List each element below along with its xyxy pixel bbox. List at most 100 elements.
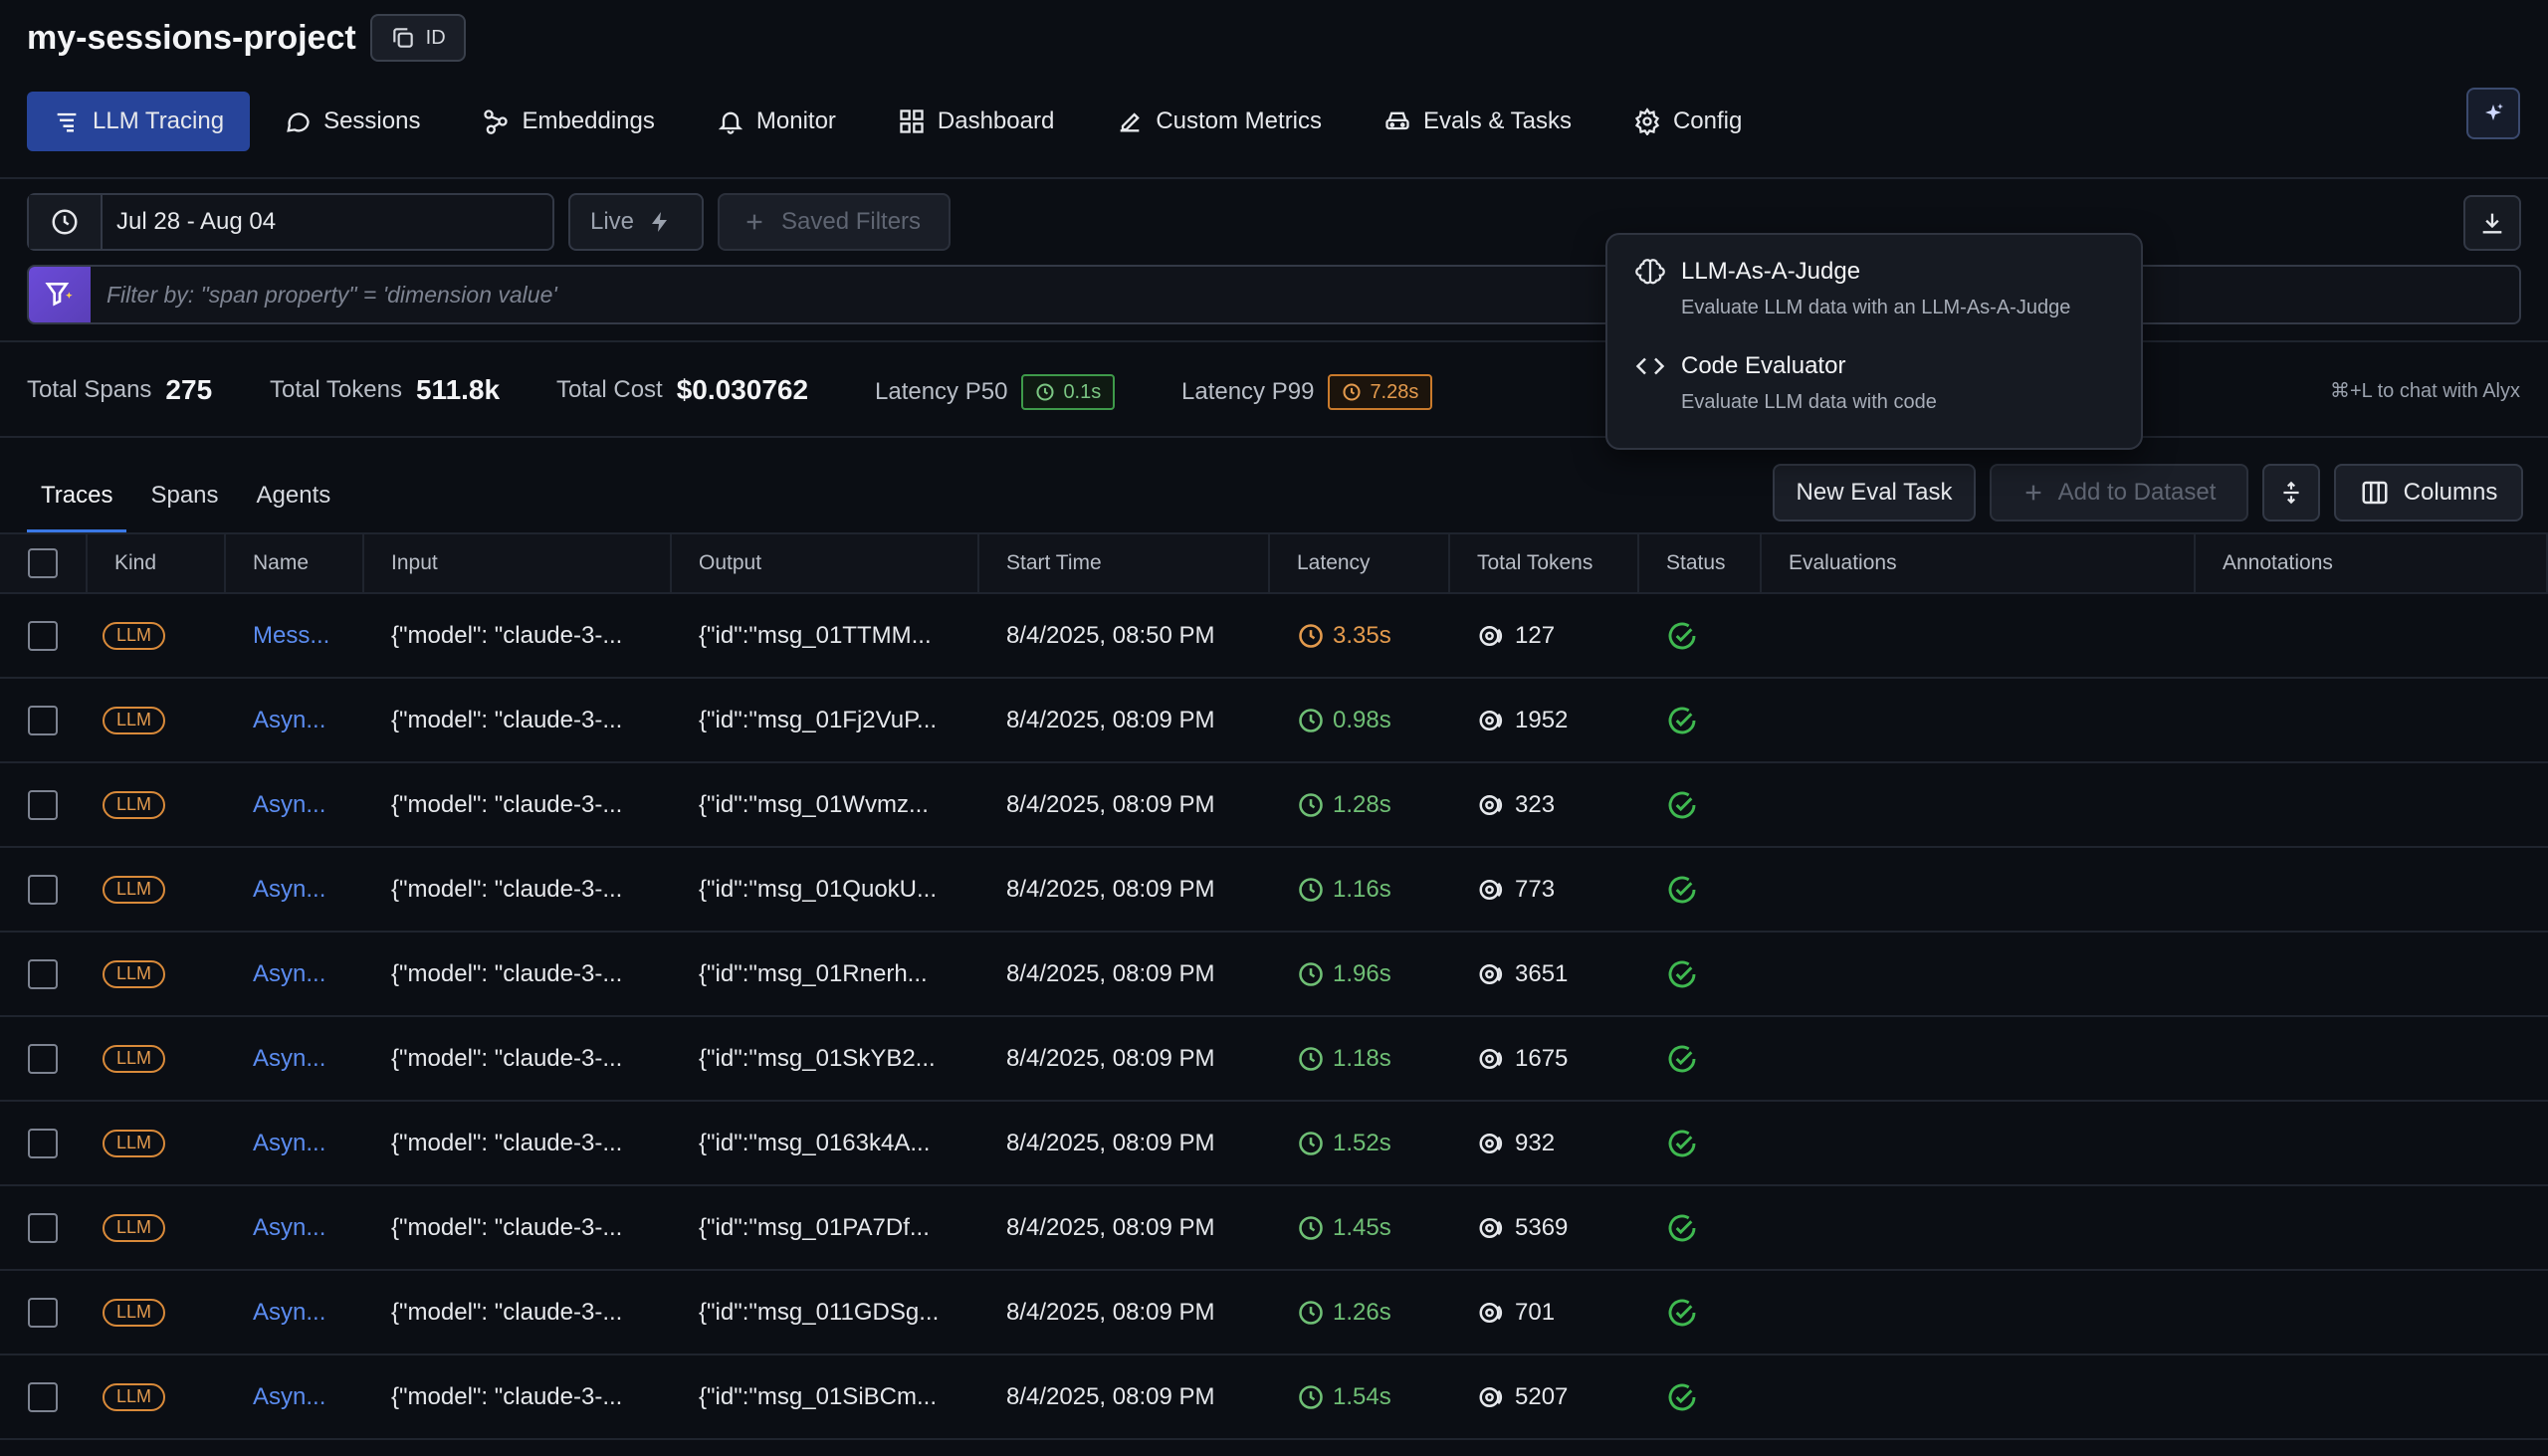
row-checkbox[interactable]	[28, 1381, 58, 1412]
stat-value: 511.8k	[415, 374, 501, 405]
annotations-cell	[2196, 1102, 2548, 1184]
trace-name-link[interactable]: Asyn...	[253, 707, 325, 734]
tokens-value: 3651	[1477, 959, 1568, 989]
filter-query-input[interactable]	[91, 267, 2519, 322]
table-row[interactable]: LLM Asyn... {"model": "claude-3-... {"id…	[0, 848, 2548, 933]
table-row[interactable]: LLM Mess... {"model": "claude-3-... {"id…	[0, 594, 2548, 679]
row-density-button[interactable]	[2262, 464, 2320, 521]
menu-item-code-evaluator[interactable]: Code Evaluator Evaluate LLM data with co…	[1635, 351, 1937, 414]
ai-filter-button[interactable]	[29, 267, 91, 322]
kind-cell: LLM	[88, 1271, 226, 1353]
output-cell[interactable]: {"id":"msg_01Fj2VuP...	[672, 679, 979, 761]
row-checkbox[interactable]	[28, 1212, 58, 1243]
saved-filters-button[interactable]: Saved Filters	[718, 193, 951, 251]
date-range-picker[interactable]: Jul 28 - Aug 04	[27, 193, 554, 251]
table-row[interactable]: LLM Asyn... {"model": "claude-3-... {"id…	[0, 1017, 2548, 1102]
column-header-total-tokens[interactable]: Total Tokens	[1450, 534, 1639, 592]
input-cell[interactable]: {"model": "claude-3-...	[364, 679, 672, 761]
new-eval-task-button[interactable]: New Eval Task	[1773, 464, 1976, 521]
select-all-checkbox[interactable]	[28, 548, 58, 578]
start-time-cell: 8/4/2025, 08:09 PM	[1006, 1044, 1215, 1072]
trace-name-link[interactable]: Asyn...	[253, 960, 325, 988]
input-cell[interactable]: {"model": "claude-3-...	[364, 1102, 672, 1184]
column-header-start-time[interactable]: Start Time	[979, 534, 1270, 592]
input-cell[interactable]: {"model": "claude-3-...	[364, 594, 672, 677]
column-header-annotations[interactable]: Annotations	[2196, 534, 2548, 592]
trace-name-link[interactable]: Asyn...	[253, 1383, 325, 1411]
trace-name-link[interactable]: Asyn...	[253, 791, 325, 819]
table-row[interactable]: LLM Asyn... {"model": "claude-3-... {"id…	[0, 1355, 2548, 1440]
trace-name-link[interactable]: Asyn...	[253, 1130, 325, 1157]
nav-dashboard[interactable]: Dashboard	[870, 92, 1082, 151]
ai-assistant-button[interactable]	[2466, 88, 2520, 139]
tokens-text: 5369	[1515, 1213, 1569, 1241]
row-checkbox[interactable]	[28, 1043, 58, 1074]
nav-sessions[interactable]: Sessions	[256, 92, 448, 151]
nav-embeddings[interactable]: Embeddings	[454, 92, 682, 151]
table-row[interactable]: LLM Asyn... {"model": "claude-3-... {"id…	[0, 1271, 2548, 1355]
table-row[interactable]: LLM Asyn... {"model": "claude-3-... {"id…	[0, 763, 2548, 848]
row-checkbox[interactable]	[28, 874, 58, 905]
latency-value: 1.96s	[1297, 960, 1391, 988]
trace-name-link[interactable]: Asyn...	[253, 1214, 325, 1242]
lightning-icon	[648, 210, 672, 234]
column-header-status[interactable]: Status	[1639, 534, 1762, 592]
table-row[interactable]: LLM Asyn... {"model": "claude-3-... {"id…	[0, 933, 2548, 1017]
nav-custom-metrics[interactable]: Custom Metrics	[1088, 92, 1350, 151]
output-cell[interactable]: {"id":"msg_01QuokU...	[672, 848, 979, 931]
add-to-dataset-button[interactable]: Add to Dataset	[1990, 464, 2248, 521]
row-checkbox[interactable]	[28, 705, 58, 735]
output-cell[interactable]: {"id":"msg_01TTMM...	[672, 594, 979, 677]
tokens-text: 1675	[1515, 1044, 1569, 1072]
trace-name-link[interactable]: Asyn...	[253, 1299, 325, 1327]
input-cell[interactable]: {"model": "claude-3-...	[364, 763, 672, 846]
trace-name-link[interactable]: Asyn...	[253, 876, 325, 904]
columns-button[interactable]: Columns	[2334, 464, 2523, 521]
trace-name-link[interactable]: Asyn...	[253, 1045, 325, 1073]
input-cell[interactable]: {"model": "claude-3-...	[364, 848, 672, 931]
nav-monitor[interactable]: Monitor	[689, 92, 864, 151]
output-cell[interactable]: {"id":"msg_01SkYB2...	[672, 1017, 979, 1100]
input-cell[interactable]: {"model": "claude-3-...	[364, 1271, 672, 1353]
row-checkbox[interactable]	[28, 620, 58, 651]
output-cell[interactable]: {"id":"msg_01Wvmz...	[672, 763, 979, 846]
tab-spans[interactable]: Spans	[136, 458, 232, 533]
nav-config[interactable]: Config	[1605, 92, 1770, 151]
table-row[interactable]: LLM Asyn... {"model": "claude-3-... {"id…	[0, 1102, 2548, 1186]
row-checkbox[interactable]	[28, 958, 58, 989]
tab-traces[interactable]: Traces	[27, 458, 127, 533]
nav-llm-tracing[interactable]: LLM Tracing	[27, 92, 251, 151]
menu-item-llm-as-a-judge[interactable]: LLM-As-A-Judge Evaluate LLM data with an…	[1635, 257, 2070, 319]
gear-icon	[1633, 107, 1661, 135]
live-toggle-button[interactable]: Live	[568, 193, 704, 251]
tab-agents[interactable]: Agents	[243, 458, 345, 533]
output-cell[interactable]: {"id":"msg_0163k4A...	[672, 1102, 979, 1184]
nav-evals-tasks[interactable]: Evals & Tasks	[1356, 92, 1599, 151]
row-checkbox[interactable]	[28, 1128, 58, 1158]
output-cell[interactable]: {"id":"msg_01SiBCm...	[672, 1355, 979, 1438]
row-select-cell	[0, 1102, 88, 1184]
column-header-latency[interactable]: Latency	[1270, 534, 1450, 592]
input-cell[interactable]: {"model": "claude-3-...	[364, 933, 672, 1015]
row-checkbox[interactable]	[28, 1297, 58, 1328]
output-cell[interactable]: {"id":"msg_011GDSg...	[672, 1271, 979, 1353]
nav-label: Config	[1672, 107, 1743, 134]
input-cell[interactable]: {"model": "claude-3-...	[364, 1186, 672, 1269]
trace-name-link[interactable]: Mess...	[253, 622, 329, 650]
stat-total-spans: Total Spans 275	[27, 374, 212, 406]
download-button[interactable]	[2463, 195, 2521, 251]
column-header-name[interactable]: Name	[226, 534, 364, 592]
copy-id-button[interactable]: ID	[369, 14, 466, 62]
column-header-kind[interactable]: Kind	[88, 534, 226, 592]
input-cell[interactable]: {"model": "claude-3-...	[364, 1017, 672, 1100]
output-cell[interactable]: {"id":"msg_01PA7Df...	[672, 1186, 979, 1269]
column-header-evaluations[interactable]: Evaluations	[1762, 534, 2196, 592]
table-row[interactable]: LLM Asyn... {"model": "claude-3-... {"id…	[0, 1186, 2548, 1271]
row-checkbox[interactable]	[28, 789, 58, 820]
input-cell[interactable]: {"model": "claude-3-...	[364, 1355, 672, 1438]
row-select-cell	[0, 679, 88, 761]
table-row[interactable]: LLM Asyn... {"model": "claude-3-... {"id…	[0, 679, 2548, 763]
column-header-input[interactable]: Input	[364, 534, 672, 592]
column-header-output[interactable]: Output	[672, 534, 979, 592]
output-cell[interactable]: {"id":"msg_01Rnerh...	[672, 933, 979, 1015]
